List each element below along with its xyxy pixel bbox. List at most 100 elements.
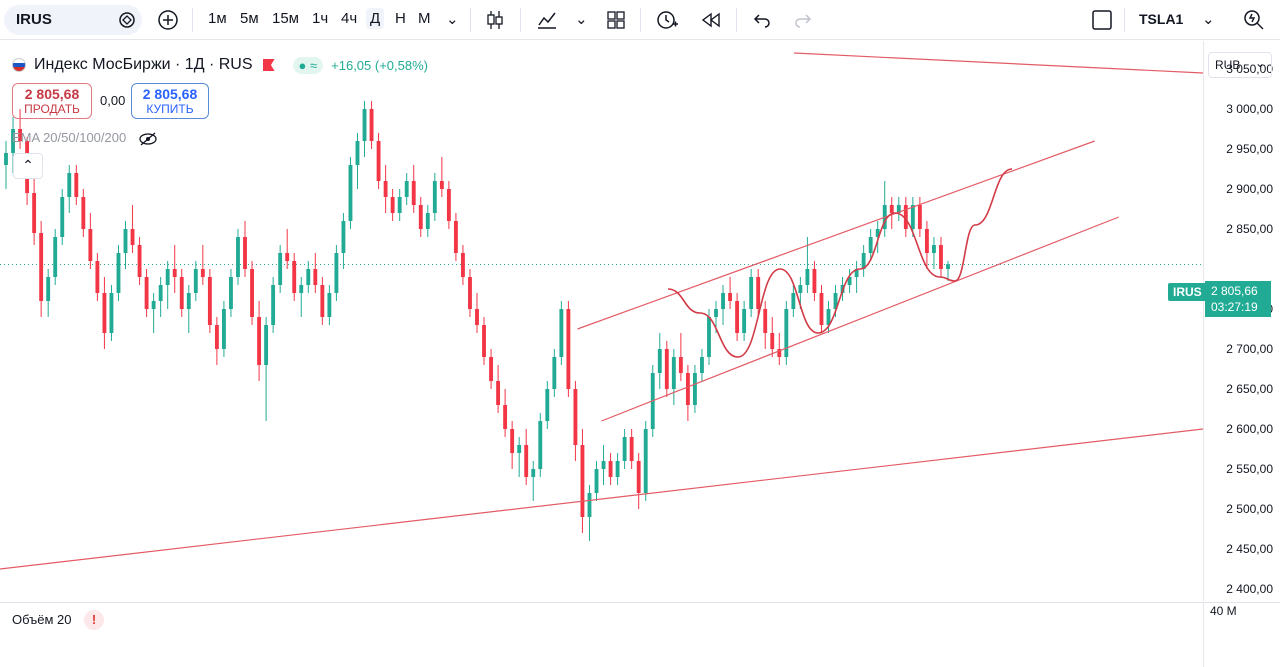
candle-body xyxy=(475,309,479,325)
sell-button[interactable]: 2 805,68 ПРОДАТЬ xyxy=(12,83,92,119)
timeframe-month[interactable]: М xyxy=(418,10,431,27)
candle-body xyxy=(334,253,339,293)
candle-body xyxy=(868,237,873,253)
timeframe-week[interactable]: Н xyxy=(395,10,406,27)
price-axis[interactable]: 3 050,00 3 000,00 2 950,00 2 900,00 2 850,00… xyxy=(1203,41,1280,601)
price-axis-tick-label: 2 950,00 xyxy=(1226,142,1273,156)
hidden-eye-icon[interactable] xyxy=(138,132,158,146)
timeframe-menu-icon[interactable]: ⌄ xyxy=(446,10,459,28)
candle-body xyxy=(355,141,360,165)
candle-body xyxy=(207,277,212,325)
instrument-title: Индекс МосБиржи · 1Д · RUS xyxy=(34,56,253,73)
candle-body xyxy=(700,357,704,373)
candle-body xyxy=(601,461,606,469)
candle-body xyxy=(791,293,796,309)
candle-body xyxy=(446,189,451,221)
buy-button[interactable]: 2 805,68 КУПИТЬ xyxy=(131,83,209,119)
price-axis-tick-label: 2 850,00 xyxy=(1226,222,1273,236)
chart-type-menu-icon[interactable]: ⌄ xyxy=(575,10,588,28)
candle-body xyxy=(200,269,205,277)
chevron-up-icon: ⌃ xyxy=(22,157,34,173)
candle-body xyxy=(573,389,578,445)
candle-body xyxy=(151,301,156,309)
ema-indicator-legend[interactable]: EMA 20/50/100/200 xyxy=(12,130,158,146)
warning-icon[interactable]: ! xyxy=(84,610,104,630)
buy-price: 2 805,68 xyxy=(142,86,198,102)
add-symbol-icon[interactable] xyxy=(156,6,180,34)
volume-indicator-label[interactable]: Объём 20 xyxy=(12,612,72,627)
candle-body xyxy=(671,357,676,389)
account-menu-icon[interactable]: ⌄ xyxy=(1202,10,1215,28)
candle-body xyxy=(236,237,240,277)
timeframe-15m[interactable]: 15м xyxy=(272,10,299,27)
candle-body xyxy=(721,293,725,309)
account-name[interactable]: TSLA1 xyxy=(1139,11,1183,27)
symbol-info-icon[interactable] xyxy=(118,11,136,29)
candle-body xyxy=(102,293,107,333)
candle-body xyxy=(285,253,290,261)
indicators-icon[interactable] xyxy=(535,6,559,34)
redo-icon[interactable] xyxy=(793,6,813,34)
toolbar-divider xyxy=(1124,8,1125,32)
candle-body xyxy=(292,261,297,293)
candle-body xyxy=(165,269,170,285)
candle-body xyxy=(910,205,915,229)
candle-body xyxy=(763,309,768,333)
price-axis-tick-label: 2 650,00 xyxy=(1226,382,1273,396)
candle-body xyxy=(81,197,86,229)
sell-label: ПРОДАТЬ xyxy=(24,102,80,116)
candle-body xyxy=(390,197,395,213)
collapse-legend-button[interactable]: ⌃ xyxy=(13,153,43,179)
price-chart[interactable] xyxy=(0,41,1203,601)
quick-search-icon[interactable] xyxy=(1242,6,1266,34)
current-price-label: 2 805,66 03:27:19 xyxy=(1205,281,1271,317)
candle-body xyxy=(678,357,683,373)
candle-body xyxy=(566,309,571,389)
volume-pane[interactable] xyxy=(0,602,1203,667)
candle-body xyxy=(130,229,135,245)
timeframe-4h[interactable]: 4ч xyxy=(341,10,357,27)
timeframe-5m[interactable]: 5м xyxy=(240,10,259,27)
toolbar-divider xyxy=(520,8,521,32)
candle-body xyxy=(742,309,747,333)
candle-body xyxy=(221,309,226,349)
candle-body xyxy=(917,205,922,229)
candle-body xyxy=(819,293,824,325)
candle-body xyxy=(67,173,72,197)
candle-body xyxy=(123,229,128,253)
candle-body xyxy=(482,325,486,357)
candle-body xyxy=(643,429,648,493)
candle-body xyxy=(685,373,690,405)
candle-body xyxy=(664,349,669,389)
price-axis-tick-label: 2 900,00 xyxy=(1226,182,1273,196)
market-status-badge[interactable]: ● ≈ xyxy=(292,56,324,74)
undo-icon[interactable] xyxy=(752,6,772,34)
replay-icon[interactable] xyxy=(700,6,722,34)
candle-body xyxy=(158,285,163,301)
candle-body xyxy=(39,233,44,301)
candle-body xyxy=(559,309,564,357)
fullscreen-icon[interactable] xyxy=(1091,6,1113,34)
timeframe-day[interactable]: Д xyxy=(366,8,385,29)
candle-body xyxy=(924,229,929,253)
timeframe-1h[interactable]: 1ч xyxy=(312,10,328,27)
candle-body xyxy=(95,261,100,293)
current-symbol-tag: IRUS xyxy=(1168,283,1207,301)
candles-icon[interactable] xyxy=(484,6,506,34)
candle-body xyxy=(615,461,620,477)
candle-body xyxy=(594,469,599,493)
layout-icon[interactable] xyxy=(606,6,626,34)
bar-countdown: 03:27:19 xyxy=(1211,300,1258,314)
currency-selector[interactable]: RUB ⌄ xyxy=(1208,52,1272,78)
alert-icon[interactable] xyxy=(655,6,679,34)
symbol-search-box[interactable]: IRUS xyxy=(4,5,142,35)
candle-body xyxy=(250,269,254,317)
chevron-down-icon: ⌄ xyxy=(1254,56,1265,70)
candle-body xyxy=(271,285,276,325)
current-price: 2 805,66 xyxy=(1211,284,1258,298)
candle-body xyxy=(341,221,346,253)
symbol-name[interactable]: IRUS xyxy=(16,11,52,28)
timeframe-1m[interactable]: 1м xyxy=(208,10,227,27)
candle-body xyxy=(313,269,318,285)
trendline-support-long xyxy=(0,428,1203,570)
